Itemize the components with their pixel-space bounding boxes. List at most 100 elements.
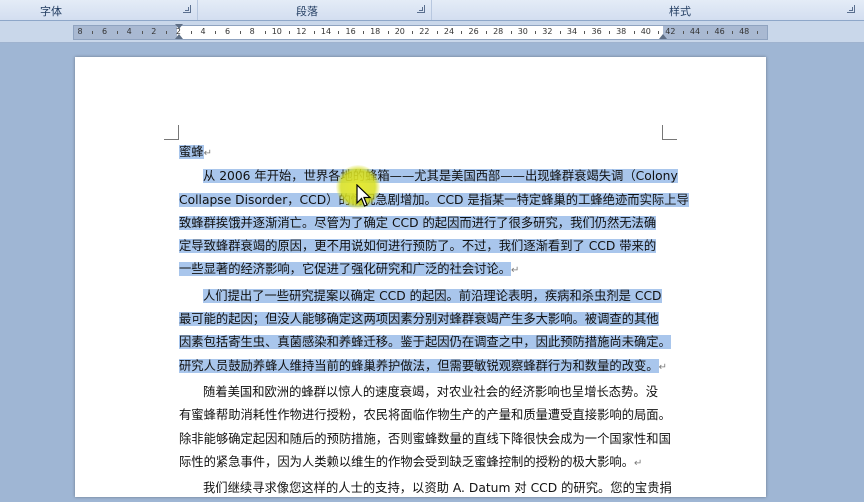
selected-text[interactable]: 最可能的起因；但没人能够确定这两项因素分别对蜂群衰竭产生多大影响。被调查的其他 bbox=[179, 312, 659, 327]
selected-text[interactable]: 从 2006 年开始，世界各地的蜂箱——尤其是美国西部——出现蜂群衰竭失调（Co… bbox=[203, 169, 678, 184]
selected-text[interactable]: 定导致蜂群衰竭的原因，更不用说如何进行预防了。不过，我们逐渐看到了 CCD 带来… bbox=[179, 239, 657, 254]
crop-mark-top-left bbox=[164, 125, 179, 140]
selected-text[interactable]: 因素包括寄生虫、真菌感染和养蜂迁移。鉴于起因仍在调查之中，因此预防措施尚未确定。 bbox=[179, 335, 671, 350]
mouse-pointer-icon bbox=[356, 184, 372, 207]
ruler-tick-label: 20 bbox=[394, 27, 405, 36]
line-text[interactable]: 除非能够确定起因和随后的预防措施，否则蜜蜂数量的直线下降很快会成为一个国家性和国 bbox=[179, 432, 671, 446]
ruler-tick bbox=[682, 31, 684, 34]
ruler-tick bbox=[707, 31, 709, 34]
ruler-tick bbox=[215, 31, 217, 34]
ruler-tick-label: 8 bbox=[77, 27, 83, 36]
ribbon-group-paragraph: 段落 bbox=[197, 0, 432, 20]
ribbon-group-font: 字体 bbox=[0, 0, 198, 20]
selected-text[interactable]: 人们提出了一些研究提案以确定 CCD 的起因。前沿理论表明，疾病和杀虫剂是 CC… bbox=[203, 288, 662, 303]
ruler-tick bbox=[633, 31, 635, 34]
text-line[interactable]: 人们提出了一些研究提案以确定 CCD 的起因。前沿理论表明，疾病和杀虫剂是 CC… bbox=[179, 285, 665, 308]
ruler-tick bbox=[658, 31, 660, 34]
paragraph-mark-icon: ↵ bbox=[658, 361, 667, 373]
ruler-tick bbox=[559, 31, 561, 34]
ruler-tick-label: 16 bbox=[345, 27, 356, 36]
ruler-tick-label: 42 bbox=[665, 27, 676, 36]
ribbon-group-paragraph-label: 段落 bbox=[296, 5, 318, 18]
line-text[interactable]: 际性的紧急事件，因为人类赖以维生的作物会受到缺乏蜜蜂控制的授粉的极大影响。 bbox=[179, 455, 634, 469]
ruler-tick-label: 6 bbox=[225, 27, 231, 36]
ruler-tick-label: 32 bbox=[542, 27, 553, 36]
text-line[interactable]: 我们继续寻求像您这样的人士的支持，以资助 A. Datum 对 CCD 的研究。… bbox=[179, 477, 672, 500]
text-line[interactable]: 从 2006 年开始，世界各地的蜂箱——尤其是美国西部——出现蜂群衰竭失调（Co… bbox=[179, 165, 678, 188]
ruler-tick-label: 46 bbox=[714, 27, 725, 36]
horizontal-ruler[interactable]: 8 6 4 2 2 4 6 8 10 12 14 16 18 20 22 24 26 28 30 32 34 36 38 40… bbox=[73, 24, 768, 40]
text-line[interactable]: 研究人员鼓励养蜂人维持当前的蜂巢养护做法，但需要敏锐观察蜂群行为和数量的改变。↵ bbox=[179, 355, 667, 379]
ruler-tick-label: 18 bbox=[370, 27, 381, 36]
ruler-tick-label: 28 bbox=[493, 27, 504, 36]
document-title-line[interactable]: 蜜蜂↵ bbox=[179, 141, 665, 165]
ruler-tick bbox=[92, 31, 94, 34]
ruler-tick bbox=[756, 31, 758, 34]
crop-mark-top-right bbox=[662, 125, 677, 140]
ruler-tick bbox=[584, 31, 586, 34]
ruler-tick bbox=[239, 31, 241, 34]
text-line[interactable]: 最可能的起因；但没人能够确定这两项因素分别对蜂群衰竭产生多大影响。被调查的其他 bbox=[179, 308, 665, 331]
ruler-tick bbox=[436, 31, 438, 34]
ruler-tick-label: 24 bbox=[443, 27, 455, 36]
document-page[interactable]: 蜜蜂↵ 从 2006 年开始，世界各地的蜂箱——尤其是美国西部——出现蜂群衰竭失… bbox=[75, 57, 766, 497]
ruler-tick bbox=[166, 31, 168, 34]
line-text[interactable]: 有蜜蜂帮助消耗性作物进行授粉，农民将面临作物生产的产量和质量遭受直接影响的局面。 bbox=[179, 408, 671, 422]
ruler-tick-label: 10 bbox=[271, 27, 282, 36]
document-paragraph[interactable]: 随着美国和欧洲的蜂群以惊人的速度衰竭，对农业社会的经济影响也呈增长态势。没有蜜蜂… bbox=[179, 381, 671, 475]
text-line[interactable]: Collapse Disorder，CCD）的情况急剧增加。CCD 是指某一特定… bbox=[179, 189, 689, 212]
ruler-tick bbox=[608, 31, 610, 34]
ruler-tick-label: 6 bbox=[102, 27, 108, 36]
ruler-tick-label: 12 bbox=[296, 27, 307, 36]
ribbon-group-styles-label: 样式 bbox=[669, 5, 691, 18]
ruler-tick bbox=[116, 31, 118, 34]
ruler-bar: 8 6 4 2 2 4 6 8 10 12 14 16 18 20 22 24 26 28 30 32 34 36 38 40… bbox=[0, 21, 864, 43]
ruler-tick bbox=[387, 31, 389, 34]
ruler-tick bbox=[338, 31, 340, 34]
ruler-tick bbox=[264, 31, 266, 34]
text-line[interactable]: 除非能够确定起因和随后的预防措施，否则蜜蜂数量的直线下降很快会成为一个国家性和国 bbox=[179, 428, 671, 451]
ruler-tick bbox=[535, 31, 537, 34]
document-paragraph[interactable]: 我们继续寻求像您这样的人士的支持，以资助 A. Datum 对 CCD 的研究。… bbox=[179, 477, 672, 500]
ruler-tick-label: 2 bbox=[151, 27, 157, 36]
paragraph-mark-icon: ↵ bbox=[203, 148, 212, 159]
ruler-tick-label: 22 bbox=[419, 27, 430, 36]
selected-text[interactable]: 一些显著的经济影响，它促进了强化研究和广泛的社会讨论。 bbox=[179, 262, 512, 277]
ruler-tick bbox=[510, 31, 512, 34]
text-line[interactable]: 随着美国和欧洲的蜂群以惊人的速度衰竭，对农业社会的经济影响也呈增长态势。没 bbox=[179, 381, 665, 404]
document-title[interactable]: 蜜蜂 bbox=[179, 145, 204, 159]
selected-text[interactable]: 致蜂群挨饿并逐渐消亡。尽管为了确定 CCD 的起因而进行了很多研究，我们仍然无法… bbox=[179, 215, 657, 230]
text-line[interactable]: 定导致蜂群衰竭的原因，更不用说如何进行预防了。不过，我们逐渐看到了 CCD 带来… bbox=[179, 235, 665, 258]
line-text[interactable]: 我们继续寻求像您这样的人士的支持，以资助 A. Datum 对 CCD 的研究。… bbox=[203, 481, 672, 495]
paragraph-list: 从 2006 年开始，世界各地的蜂箱——尤其是美国西部——出现蜂群衰竭失调（Co… bbox=[179, 165, 689, 500]
document-paragraph[interactable]: 人们提出了一些研究提案以确定 CCD 的起因。前沿理论表明，疾病和杀虫剂是 CC… bbox=[179, 285, 671, 379]
ruler-tick bbox=[190, 31, 192, 34]
ruler-tick bbox=[412, 31, 414, 34]
ribbon-group-styles: 样式 bbox=[431, 0, 864, 20]
paragraph-mark-icon: ↵ bbox=[634, 457, 643, 469]
ruler-tick bbox=[461, 31, 463, 34]
document-paragraph[interactable]: 从 2006 年开始，世界各地的蜂箱——尤其是美国西部——出现蜂群衰竭失调（Co… bbox=[179, 165, 689, 282]
ribbon-group-font-label: 字体 bbox=[40, 5, 62, 18]
styles-dialog-launcher-icon[interactable] bbox=[847, 5, 855, 13]
ruler-tick bbox=[313, 31, 315, 34]
ruler-tick-label: 30 bbox=[517, 27, 528, 36]
document-body[interactable]: 蜜蜂↵ 从 2006 年开始，世界各地的蜂箱——尤其是美国西部——出现蜂群衰竭失… bbox=[179, 141, 689, 502]
ruler-tick-label: 40 bbox=[640, 27, 651, 36]
ruler-tick-label: 26 bbox=[468, 27, 479, 36]
text-line[interactable]: 因素包括寄生虫、真菌感染和养蜂迁移。鉴于起因仍在调查之中，因此预防措施尚未确定。 bbox=[179, 331, 671, 354]
ruler-tick-label: 4 bbox=[126, 27, 132, 36]
text-line[interactable]: 有蜜蜂帮助消耗性作物进行授粉，农民将面临作物生产的产量和质量遭受直接影响的局面。 bbox=[179, 404, 671, 427]
paragraph-dialog-launcher-icon[interactable] bbox=[417, 5, 425, 13]
font-dialog-launcher-icon[interactable] bbox=[183, 5, 191, 13]
line-text[interactable]: 随着美国和欧洲的蜂群以惊人的速度衰竭，对农业社会的经济影响也呈增长态势。没 bbox=[203, 385, 658, 399]
ruler-tick bbox=[362, 31, 364, 34]
selected-text[interactable]: Collapse Disorder，CCD）的情况急剧增加。CCD 是指某一特定… bbox=[179, 192, 689, 207]
text-line[interactable]: 际性的紧急事件，因为人类赖以维生的作物会受到缺乏蜜蜂控制的授粉的极大影响。↵ bbox=[179, 451, 665, 475]
text-line[interactable]: 一些显著的经济影响，它促进了强化研究和广泛的社会讨论。↵ bbox=[179, 258, 665, 282]
ruler-tick bbox=[731, 31, 733, 34]
paragraph-mark-icon: ↵ bbox=[511, 265, 520, 277]
text-line[interactable]: 致蜂群挨饿并逐渐消亡。尽管为了确定 CCD 的起因而进行了很多研究，我们仍然无法… bbox=[179, 212, 665, 235]
selected-text[interactable]: 研究人员鼓励养蜂人维持当前的蜂巢养护做法，但需要敏锐观察蜂群行为和数量的改变。 bbox=[179, 358, 659, 373]
ruler-left-margin bbox=[74, 26, 177, 39]
